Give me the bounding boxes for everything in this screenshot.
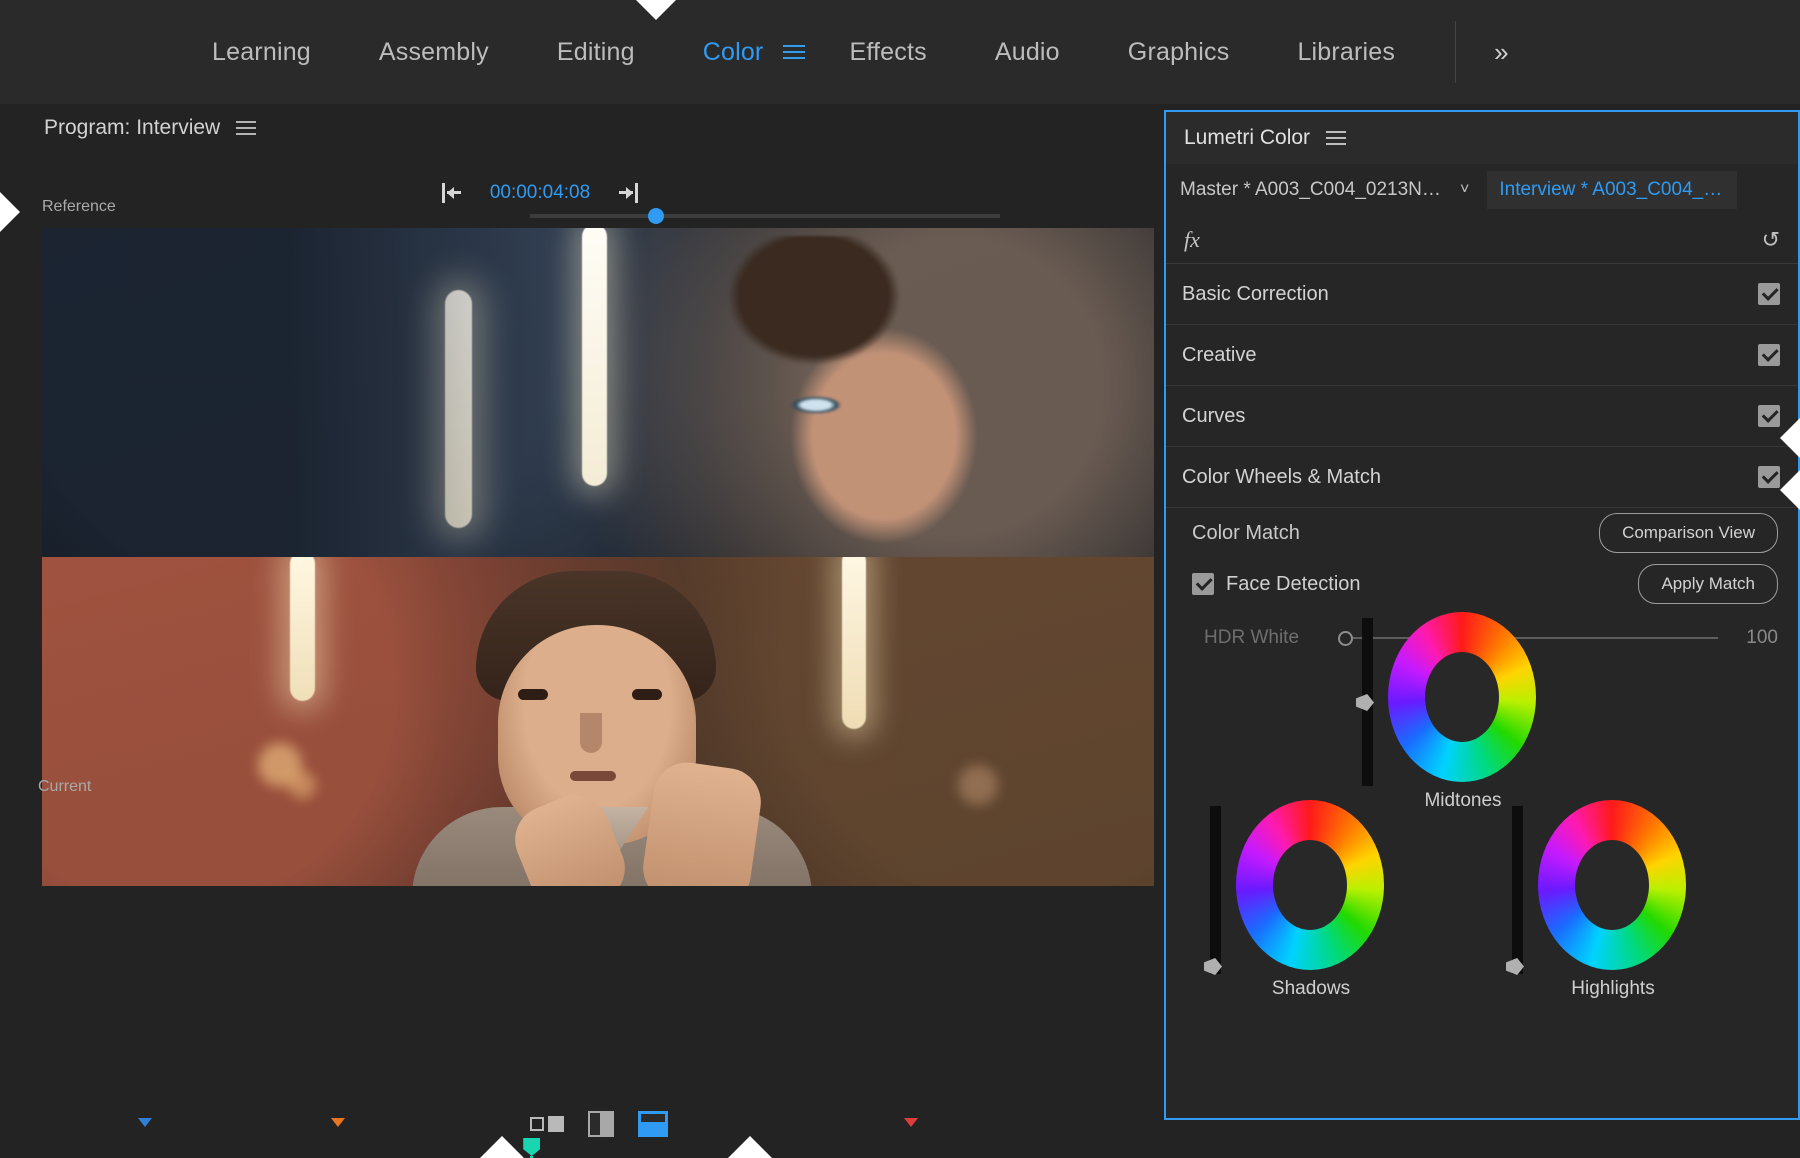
workspace-tab-bar: Learning Assembly Editing Color Effects …	[0, 0, 1800, 104]
tab-editing-label: Editing	[523, 38, 669, 67]
section-color-wheels-match-checkbox[interactable]	[1758, 466, 1780, 488]
color-wheels-group: Midtones Shadows Highlights	[1166, 592, 1798, 1112]
vertical-split-view-icon[interactable]	[588, 1111, 614, 1137]
scrub-track[interactable]	[530, 214, 1000, 218]
program-menu-icon[interactable]	[236, 121, 256, 135]
program-timecode[interactable]: 00:00:04:08	[490, 182, 590, 204]
color-match-label: Color Match	[1192, 522, 1300, 545]
notch-arrow-bottom-left	[478, 1136, 526, 1158]
highlights-wheel-center[interactable]	[1575, 840, 1649, 930]
notch-arrow-right-upper	[1780, 416, 1800, 460]
current-label: Current	[38, 778, 91, 796]
highlights-wheel-unit: Highlights	[1496, 800, 1686, 1010]
section-creative-checkbox[interactable]	[1758, 344, 1780, 366]
reset-icon[interactable]: ↺	[1762, 227, 1780, 253]
midtones-wheel-unit: Midtones	[1346, 612, 1536, 822]
shadows-label: Shadows	[1216, 978, 1406, 1000]
program-timeline-ruler[interactable]	[42, 1146, 1156, 1158]
view-mode-buttons	[42, 1106, 1156, 1142]
tab-learning-label: Learning	[178, 38, 345, 67]
fx-icon[interactable]: fx	[1184, 227, 1200, 253]
reference-label: Reference	[42, 198, 116, 216]
marker-blue[interactable]	[138, 1118, 152, 1144]
shadows-wheel-center[interactable]	[1273, 840, 1347, 930]
program-panel-header: Program: Interview	[24, 106, 1154, 150]
section-basic-correction-label: Basic Correction	[1182, 283, 1329, 306]
clip-selector-row: Master * A003_C004_0213N1… ˅ Interview *…	[1166, 164, 1798, 216]
shadows-luma-slider[interactable]	[1210, 806, 1221, 974]
chevron-down-icon[interactable]: ˅	[1460, 181, 1469, 199]
mark-in-icon[interactable]	[442, 183, 464, 203]
tab-effects[interactable]: Effects	[815, 0, 960, 104]
section-curves[interactable]: Curves	[1166, 386, 1798, 447]
comparison-view-button-panel[interactable]: Comparison View	[1599, 513, 1778, 553]
fx-row: fx ↺	[1166, 216, 1798, 264]
tab-assembly-label: Assembly	[345, 38, 523, 67]
current-frame	[42, 557, 1154, 886]
highlights-label: Highlights	[1518, 978, 1708, 1000]
tab-color-label: Color	[669, 38, 798, 67]
tab-audio-label: Audio	[961, 38, 1094, 67]
section-color-wheels-match-label: Color Wheels & Match	[1182, 466, 1381, 489]
comparison-viewer[interactable]	[42, 228, 1154, 886]
notch-arrow-left	[0, 190, 20, 234]
tab-graphics-label: Graphics	[1094, 38, 1264, 67]
marker-red[interactable]	[904, 1118, 918, 1144]
tab-libraries[interactable]: Libraries	[1263, 0, 1429, 104]
tab-effects-label: Effects	[815, 38, 960, 67]
horizontal-split-view-icon[interactable]	[638, 1111, 668, 1137]
master-clip-label[interactable]: Master * A003_C004_0213N1…	[1180, 179, 1442, 201]
inout-timecode-controls: 00:00:04:08	[40, 178, 1040, 208]
midtones-wheel-center[interactable]	[1425, 652, 1499, 742]
shadows-wheel-unit: Shadows	[1194, 800, 1384, 1010]
color-match-row: Color Match Comparison View	[1166, 508, 1798, 558]
tab-audio[interactable]: Audio	[961, 0, 1094, 104]
program-panel-title: Program: Interview	[44, 116, 220, 140]
section-curves-label: Curves	[1182, 405, 1245, 428]
lumetri-panel-title: Lumetri Color	[1184, 126, 1310, 150]
mark-out-icon[interactable]	[616, 183, 638, 203]
workspace-menu-icon[interactable]	[783, 45, 805, 59]
section-color-wheels-match[interactable]: Color Wheels & Match	[1166, 447, 1798, 508]
marker-orange[interactable]	[331, 1118, 345, 1144]
workspace-tabs: Learning Assembly Editing Color Effects …	[0, 0, 1533, 104]
scrub-row: 00:00:04:08	[40, 178, 1040, 230]
notch-arrow-bottom-right	[726, 1136, 774, 1158]
tab-graphics[interactable]: Graphics	[1094, 0, 1264, 104]
highlights-luma-slider[interactable]	[1512, 806, 1523, 974]
reference-frame	[42, 228, 1154, 557]
lumetri-menu-icon[interactable]	[1326, 131, 1346, 145]
section-creative-label: Creative	[1182, 344, 1256, 367]
current-clip-label[interactable]: Interview * A003_C004_02…	[1487, 171, 1737, 209]
section-basic-correction-checkbox[interactable]	[1758, 283, 1780, 305]
tab-color[interactable]: Color	[669, 0, 798, 104]
tab-assembly[interactable]: Assembly	[345, 0, 523, 104]
workspace-overflow-icon[interactable]: »	[1470, 37, 1532, 68]
lumetri-panel-header: Lumetri Color	[1166, 112, 1798, 164]
premiere-pro-color-workspace: Learning Assembly Editing Color Effects …	[0, 0, 1800, 1158]
side-by-side-view-icon[interactable]	[530, 1116, 564, 1132]
program-monitor-panel: Program: Interview 00:00:04:08 Reference	[24, 106, 1154, 1156]
section-curves-checkbox[interactable]	[1758, 405, 1780, 427]
notch-arrow-top	[634, 0, 678, 20]
toolbar-divider	[1455, 21, 1456, 83]
notch-arrow-right-lower	[1780, 468, 1800, 512]
section-basic-correction[interactable]: Basic Correction	[1166, 264, 1798, 325]
tab-libraries-label: Libraries	[1263, 38, 1429, 67]
section-creative[interactable]: Creative	[1166, 325, 1798, 386]
lumetri-color-panel: Lumetri Color Master * A003_C004_0213N1……	[1164, 110, 1800, 1120]
scrub-handle[interactable]	[648, 208, 664, 224]
tab-learning[interactable]: Learning	[178, 0, 345, 104]
